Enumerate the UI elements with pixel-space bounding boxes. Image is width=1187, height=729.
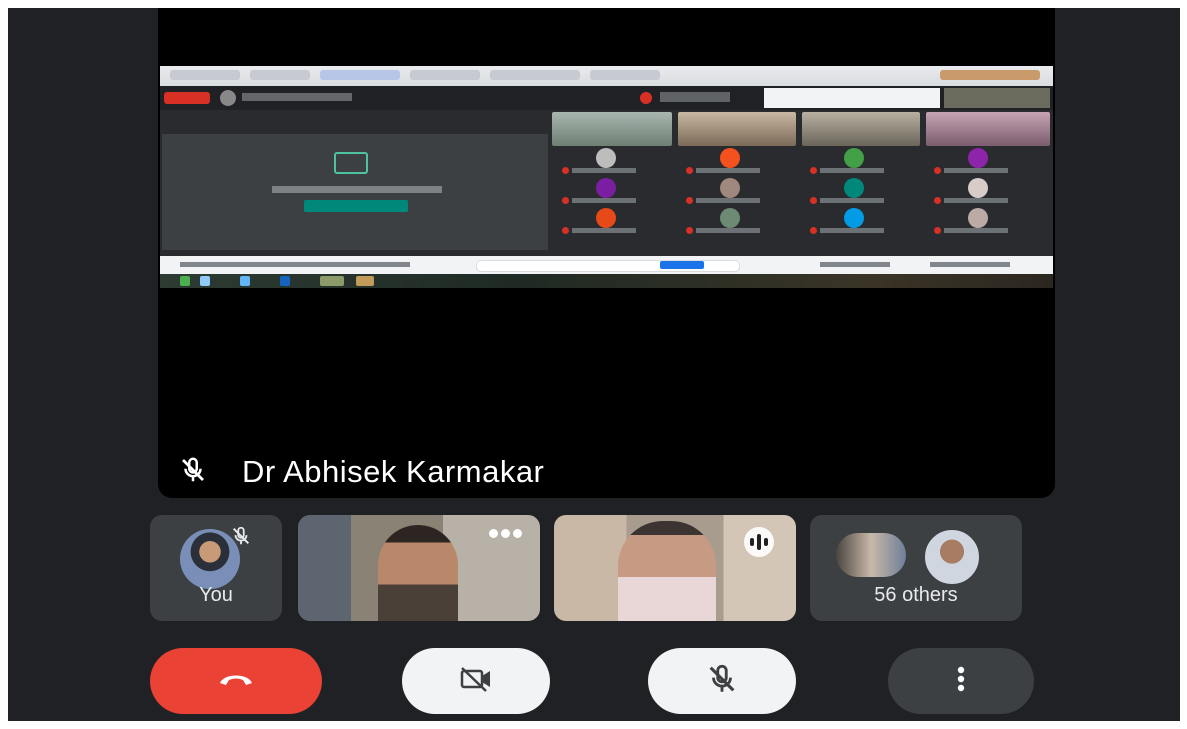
mic-off-icon: [705, 662, 739, 701]
self-label: You: [199, 584, 233, 606]
more-vert-icon: [956, 665, 966, 698]
active-speaker-label: Dr Abhisek Karmakar: [178, 452, 544, 492]
shared-bottom-bar: [160, 256, 1053, 274]
others-tile[interactable]: 56 others: [810, 515, 1022, 621]
shared-meet-bar: [160, 86, 1053, 110]
participant-video-person: [618, 521, 716, 621]
participant-video-tile[interactable]: [298, 515, 540, 621]
more-options-button[interactable]: [888, 648, 1034, 714]
others-avatar-group: [836, 533, 906, 577]
camera-off-icon: [456, 664, 496, 699]
others-avatar: [922, 527, 982, 587]
meet-call-screen: Dr Abhisek Karmakar You 56 others: [8, 8, 1180, 721]
shared-participant-grid: [552, 148, 1052, 258]
speaking-indicator-icon: [489, 529, 522, 538]
end-call-button[interactable]: [150, 648, 322, 714]
phone-hangup-icon: [216, 669, 256, 694]
mic-off-icon: [178, 455, 208, 490]
camera-toggle-button[interactable]: [402, 648, 550, 714]
participant-video-person: [378, 525, 458, 621]
mic-toggle-button[interactable]: [648, 648, 796, 714]
shared-browser-bar: [160, 66, 1053, 86]
shared-presenting-panel: [162, 134, 548, 250]
shared-taskbar: [160, 274, 1053, 288]
shared-video-thumbnails: [552, 110, 1052, 146]
participant-video-tile[interactable]: [554, 515, 796, 621]
mic-off-icon: [230, 525, 252, 552]
audio-level-icon: [744, 527, 774, 557]
others-count-label: 56 others: [874, 584, 958, 606]
speaker-name: Dr Abhisek Karmakar: [242, 454, 545, 489]
self-tile[interactable]: You: [150, 515, 282, 621]
shared-screen: [160, 66, 1053, 288]
main-video-stage[interactable]: Dr Abhisek Karmakar: [158, 8, 1055, 498]
